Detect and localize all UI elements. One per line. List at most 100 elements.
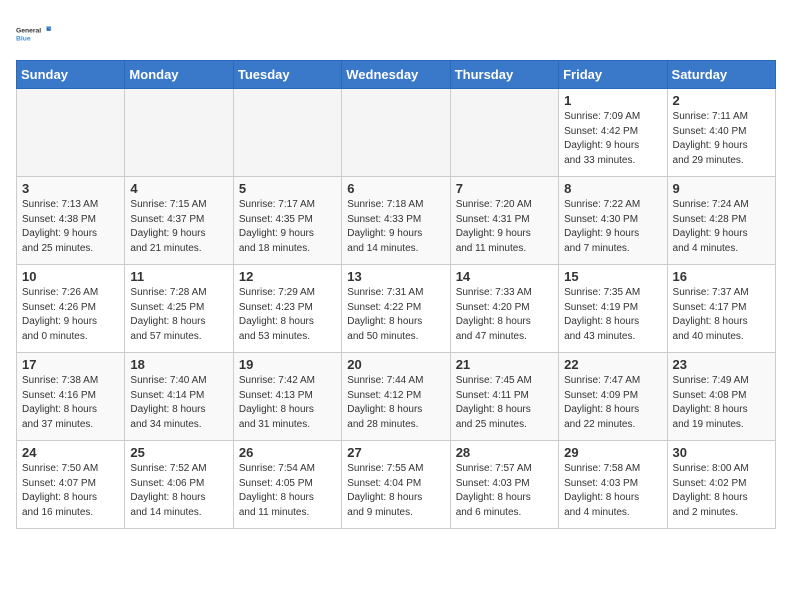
day-number: 20	[347, 357, 444, 372]
calendar-cell	[125, 89, 233, 177]
day-number: 21	[456, 357, 553, 372]
day-number: 8	[564, 181, 661, 196]
day-info: Sunrise: 7:15 AM Sunset: 4:37 PM Dayligh…	[130, 198, 227, 256]
day-number: 16	[673, 269, 770, 284]
day-number: 28	[456, 445, 553, 460]
day-number: 4	[130, 181, 227, 196]
calendar-cell: 6 Sunrise: 7:18 AM Sunset: 4:33 PM Daylig…	[342, 177, 450, 265]
calendar-cell: 30 Sunrise: 8:00 AM Sunset: 4:02 PM Dayli…	[667, 441, 775, 529]
day-number: 23	[673, 357, 770, 372]
calendar-week-row: 17 Sunrise: 7:38 AM Sunset: 4:16 PM Dayli…	[17, 353, 776, 441]
day-number: 10	[22, 269, 119, 284]
calendar-cell: 26 Sunrise: 7:54 AM Sunset: 4:05 PM Dayli…	[233, 441, 341, 529]
day-number: 5	[239, 181, 336, 196]
weekday-header-saturday: Saturday	[667, 61, 775, 89]
day-info: Sunrise: 7:22 AM Sunset: 4:30 PM Dayligh…	[564, 198, 661, 256]
day-info: Sunrise: 7:20 AM Sunset: 4:31 PM Dayligh…	[456, 198, 553, 256]
day-info: Sunrise: 7:45 AM Sunset: 4:11 PM Dayligh…	[456, 374, 553, 432]
day-number: 30	[673, 445, 770, 460]
weekday-header-tuesday: Tuesday	[233, 61, 341, 89]
day-number: 25	[130, 445, 227, 460]
day-info: Sunrise: 7:11 AM Sunset: 4:40 PM Dayligh…	[673, 110, 770, 168]
calendar-cell	[17, 89, 125, 177]
day-info: Sunrise: 7:17 AM Sunset: 4:35 PM Dayligh…	[239, 198, 336, 256]
calendar-cell: 29Sunrise: 7:58 AM Sunset: 4:03 PM Dayli…	[559, 441, 667, 529]
day-number: 1	[564, 93, 661, 108]
calendar-cell: 28 Sunrise: 7:57 AM Sunset: 4:03 PM Dayli…	[450, 441, 558, 529]
day-info: Sunrise: 7:13 AM Sunset: 4:38 PM Dayligh…	[22, 198, 119, 256]
day-info: Sunrise: 7:33 AM Sunset: 4:20 PM Dayligh…	[456, 286, 553, 344]
day-info: Sunrise: 7:49 AM Sunset: 4:08 PM Dayligh…	[673, 374, 770, 432]
calendar-week-row: 24Sunrise: 7:50 AM Sunset: 4:07 PM Dayli…	[17, 441, 776, 529]
calendar-cell: 18 Sunrise: 7:40 AM Sunset: 4:14 PM Dayli…	[125, 353, 233, 441]
calendar-cell: 13Sunrise: 7:31 AM Sunset: 4:22 PM Dayli…	[342, 265, 450, 353]
day-info: Sunrise: 7:42 AM Sunset: 4:13 PM Dayligh…	[239, 374, 336, 432]
calendar-cell: 21 Sunrise: 7:45 AM Sunset: 4:11 PM Dayli…	[450, 353, 558, 441]
day-info: Sunrise: 7:24 AM Sunset: 4:28 PM Dayligh…	[673, 198, 770, 256]
day-number: 14	[456, 269, 553, 284]
calendar-cell	[342, 89, 450, 177]
calendar-cell: 11 Sunrise: 7:28 AM Sunset: 4:25 PM Dayli…	[125, 265, 233, 353]
calendar-cell	[233, 89, 341, 177]
day-info: Sunrise: 7:52 AM Sunset: 4:06 PM Dayligh…	[130, 462, 227, 520]
calendar-cell: 2 Sunrise: 7:11 AM Sunset: 4:40 PM Daylig…	[667, 89, 775, 177]
calendar-cell: 12 Sunrise: 7:29 AM Sunset: 4:23 PM Dayli…	[233, 265, 341, 353]
day-info: Sunrise: 7:54 AM Sunset: 4:05 PM Dayligh…	[239, 462, 336, 520]
day-info: Sunrise: 7:57 AM Sunset: 4:03 PM Dayligh…	[456, 462, 553, 520]
svg-text:General: General	[16, 28, 41, 35]
calendar-cell: 5 Sunrise: 7:17 AM Sunset: 4:35 PM Daylig…	[233, 177, 341, 265]
weekday-header-monday: Monday	[125, 61, 233, 89]
calendar-cell: 23 Sunrise: 7:49 AM Sunset: 4:08 PM Dayli…	[667, 353, 775, 441]
calendar-cell: 17 Sunrise: 7:38 AM Sunset: 4:16 PM Dayli…	[17, 353, 125, 441]
day-number: 18	[130, 357, 227, 372]
day-info: Sunrise: 7:55 AM Sunset: 4:04 PM Dayligh…	[347, 462, 444, 520]
calendar-cell: 7Sunrise: 7:20 AM Sunset: 4:31 PM Daylig…	[450, 177, 558, 265]
calendar-cell: 19 Sunrise: 7:42 AM Sunset: 4:13 PM Dayli…	[233, 353, 341, 441]
calendar-cell: 4 Sunrise: 7:15 AM Sunset: 4:37 PM Daylig…	[125, 177, 233, 265]
day-number: 29	[564, 445, 661, 460]
calendar-cell: 25 Sunrise: 7:52 AM Sunset: 4:06 PM Dayli…	[125, 441, 233, 529]
calendar-cell: 15 Sunrise: 7:35 AM Sunset: 4:19 PM Dayli…	[559, 265, 667, 353]
calendar-cell: 24Sunrise: 7:50 AM Sunset: 4:07 PM Dayli…	[17, 441, 125, 529]
day-number: 26	[239, 445, 336, 460]
calendar-week-row: 1Sunrise: 7:09 AM Sunset: 4:42 PM Daylig…	[17, 89, 776, 177]
day-number: 12	[239, 269, 336, 284]
day-number: 27	[347, 445, 444, 460]
logo-icon: GeneralBlue	[16, 16, 52, 52]
calendar-cell: 3Sunrise: 7:13 AM Sunset: 4:38 PM Daylig…	[17, 177, 125, 265]
calendar-cell: 16 Sunrise: 7:37 AM Sunset: 4:17 PM Dayli…	[667, 265, 775, 353]
day-number: 11	[130, 269, 227, 284]
calendar-cell: 20Sunrise: 7:44 AM Sunset: 4:12 PM Dayli…	[342, 353, 450, 441]
day-number: 2	[673, 93, 770, 108]
calendar-week-row: 10 Sunrise: 7:26 AM Sunset: 4:26 PM Dayli…	[17, 265, 776, 353]
calendar-cell: 10 Sunrise: 7:26 AM Sunset: 4:26 PM Dayli…	[17, 265, 125, 353]
day-number: 19	[239, 357, 336, 372]
page-header: GeneralBlue	[16, 16, 776, 52]
day-info: Sunrise: 7:37 AM Sunset: 4:17 PM Dayligh…	[673, 286, 770, 344]
day-info: Sunrise: 7:35 AM Sunset: 4:19 PM Dayligh…	[564, 286, 661, 344]
logo: GeneralBlue	[16, 16, 52, 52]
calendar-cell: 8 Sunrise: 7:22 AM Sunset: 4:30 PM Daylig…	[559, 177, 667, 265]
day-info: Sunrise: 7:40 AM Sunset: 4:14 PM Dayligh…	[130, 374, 227, 432]
day-number: 17	[22, 357, 119, 372]
day-info: Sunrise: 7:26 AM Sunset: 4:26 PM Dayligh…	[22, 286, 119, 344]
day-number: 15	[564, 269, 661, 284]
day-info: Sunrise: 7:28 AM Sunset: 4:25 PM Dayligh…	[130, 286, 227, 344]
weekday-header-sunday: Sunday	[17, 61, 125, 89]
calendar-cell: 14 Sunrise: 7:33 AM Sunset: 4:20 PM Dayli…	[450, 265, 558, 353]
calendar-table: SundayMondayTuesdayWednesdayThursdayFrid…	[16, 60, 776, 529]
calendar-cell: 22 Sunrise: 7:47 AM Sunset: 4:09 PM Dayli…	[559, 353, 667, 441]
day-info: Sunrise: 7:38 AM Sunset: 4:16 PM Dayligh…	[22, 374, 119, 432]
weekday-header-thursday: Thursday	[450, 61, 558, 89]
day-info: Sunrise: 7:47 AM Sunset: 4:09 PM Dayligh…	[564, 374, 661, 432]
day-info: Sunrise: 7:18 AM Sunset: 4:33 PM Dayligh…	[347, 198, 444, 256]
day-info: Sunrise: 7:29 AM Sunset: 4:23 PM Dayligh…	[239, 286, 336, 344]
weekday-header-friday: Friday	[559, 61, 667, 89]
svg-text:Blue: Blue	[16, 36, 31, 43]
day-info: Sunrise: 8:00 AM Sunset: 4:02 PM Dayligh…	[673, 462, 770, 520]
calendar-week-row: 3Sunrise: 7:13 AM Sunset: 4:38 PM Daylig…	[17, 177, 776, 265]
day-info: Sunrise: 7:31 AM Sunset: 4:22 PM Dayligh…	[347, 286, 444, 344]
day-number: 6	[347, 181, 444, 196]
day-number: 22	[564, 357, 661, 372]
calendar-cell: 27 Sunrise: 7:55 AM Sunset: 4:04 PM Dayli…	[342, 441, 450, 529]
